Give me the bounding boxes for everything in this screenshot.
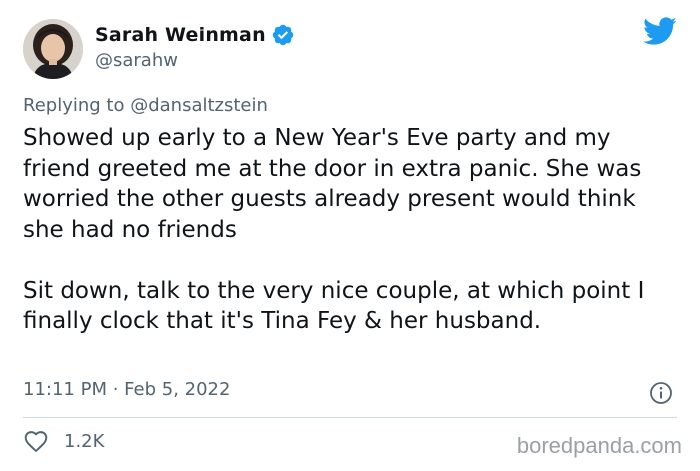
info-icon[interactable] [649,381,673,405]
author-display-name[interactable]: Sarah Weinman [95,24,266,46]
like-count: 1.2K [64,430,105,452]
tweet-text: Showed up early to a New Year's Eve part… [23,123,683,337]
like-button[interactable]: 1.2K [23,428,104,454]
divider [23,417,677,418]
twitter-bird-icon[interactable] [643,17,677,47]
tweet-card: Sarah Weinman @sarahw Replying to @dansa… [0,0,700,471]
avatar-photo [23,19,83,79]
heart-icon [23,428,49,454]
reply-to-handle-link[interactable]: @dansaltzstein [130,95,268,116]
author-name-row: Sarah Weinman [95,22,295,48]
replying-to-prefix: Replying to [23,95,125,116]
watermark: boredpanda.com [516,433,682,458]
verified-badge-icon [271,23,295,47]
tweet-paragraph: Showed up early to a New Year's Eve part… [23,125,642,243]
tweet-timestamp[interactable]: 11:11 PM · Feb 5, 2022 [23,379,230,400]
tweet-paragraph: Sit down, talk to the very nice couple, … [23,277,645,335]
avatar[interactable] [23,19,83,79]
replying-to-line: Replying to @dansaltzstein [23,95,268,116]
author-handle[interactable]: @sarahw [95,50,178,71]
